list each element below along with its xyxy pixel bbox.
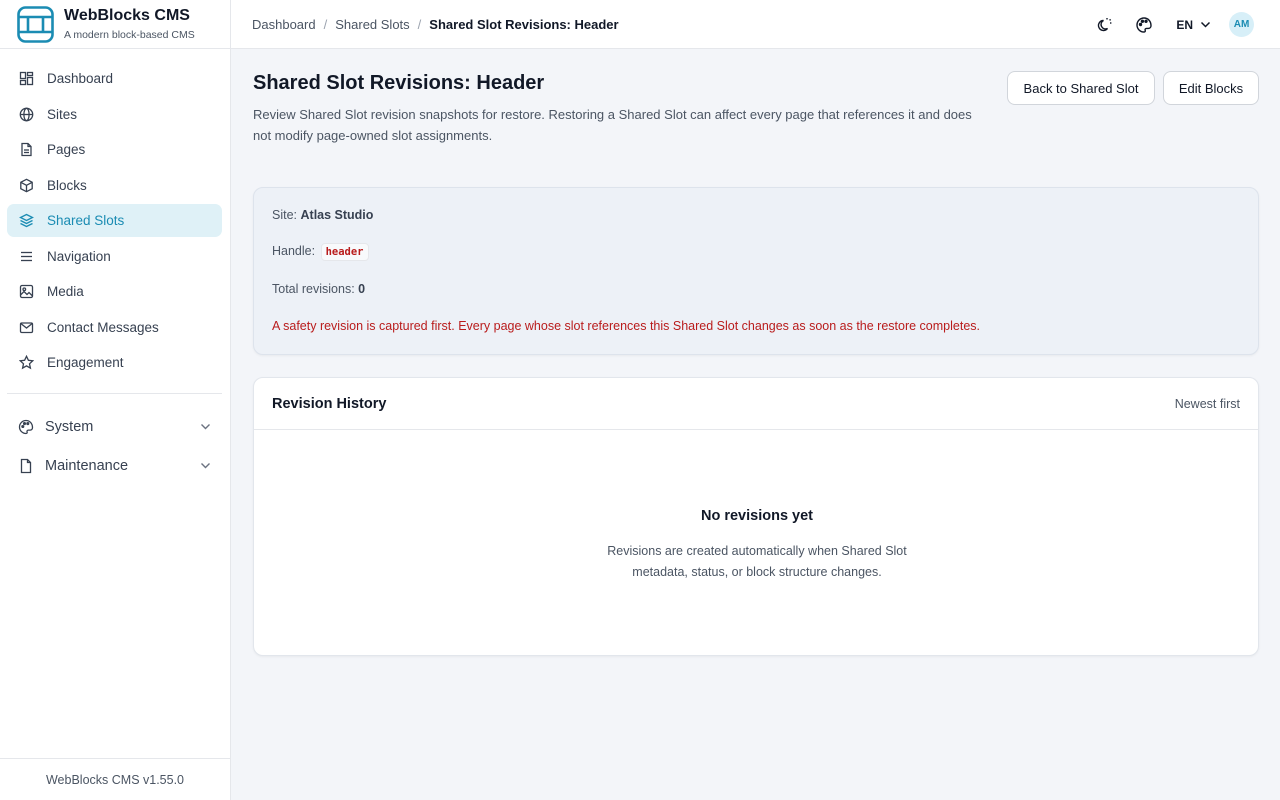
sidebar: WebBlocks CMS A modern block-based CMS D… bbox=[0, 0, 231, 800]
sidebar-item-label: Engagement bbox=[47, 355, 124, 370]
breadcrumb-dashboard[interactable]: Dashboard bbox=[252, 17, 316, 32]
sidebar-item-label: Media bbox=[47, 284, 84, 299]
palette-icon bbox=[18, 419, 34, 435]
dashboard-icon bbox=[19, 71, 34, 86]
sidebar-item-label: Blocks bbox=[47, 177, 87, 193]
globe-icon bbox=[19, 107, 34, 122]
palette-icon[interactable] bbox=[1135, 16, 1153, 34]
sidebar-group-label: System bbox=[45, 418, 94, 435]
sidebar-item-dashboard[interactable]: Dashboard bbox=[7, 62, 222, 95]
sidebar-nav: Dashboard Sites Pages Blocks Shared Slot… bbox=[0, 49, 230, 482]
breadcrumb: Dashboard / Shared Slots / Shared Slot R… bbox=[252, 17, 619, 32]
sidebar-item-media[interactable]: Media bbox=[7, 275, 222, 308]
star-icon bbox=[19, 355, 34, 370]
restore-warning: A safety revision is captured first. Eve… bbox=[272, 319, 981, 333]
box-icon bbox=[19, 178, 34, 193]
revision-history-title: Revision History bbox=[272, 395, 387, 412]
sidebar-group-maintenance[interactable]: Maintenance bbox=[7, 449, 222, 482]
page-description: Review Shared Slot revision snapshots fo… bbox=[253, 107, 972, 143]
sidebar-item-label: Shared Slots bbox=[47, 213, 125, 228]
sidebar-item-label: Sites bbox=[47, 106, 78, 122]
site-label: Site: bbox=[272, 208, 298, 222]
file-text-icon bbox=[19, 142, 34, 157]
brand-tagline: A modern block-based CMS bbox=[64, 29, 195, 41]
empty-state-title: No revisions yet bbox=[700, 508, 813, 524]
topbar: Dashboard / Shared Slots / Shared Slot R… bbox=[231, 0, 1280, 49]
brand-name: WebBlocks CMS bbox=[64, 7, 190, 24]
chevron-down-icon bbox=[201, 424, 210, 430]
handle-label: Handle: bbox=[272, 244, 316, 258]
sidebar-item-engagement[interactable]: Engagement bbox=[7, 346, 222, 379]
sidebar-item-contact-messages[interactable]: Contact Messages bbox=[7, 311, 222, 344]
chevron-down-icon bbox=[201, 463, 210, 469]
back-to-shared-slot-button[interactable]: Back to Shared Slot bbox=[1007, 71, 1155, 105]
sidebar-item-navigation[interactable]: Navigation bbox=[7, 240, 222, 273]
layers-icon bbox=[19, 213, 34, 228]
total-revisions-value: 0 bbox=[358, 282, 366, 296]
sidebar-item-label: Navigation bbox=[47, 248, 111, 264]
empty-state-description: Revisions are created automatically when… bbox=[607, 544, 907, 579]
breadcrumb-separator: / bbox=[323, 16, 328, 32]
breadcrumb-shared-slots[interactable]: Shared Slots bbox=[335, 17, 409, 32]
webblocks-logo-icon bbox=[17, 5, 54, 43]
brand[interactable]: WebBlocks CMS A modern block-based CMS bbox=[0, 0, 230, 49]
revision-history-header: Revision History Newest first bbox=[254, 378, 1258, 430]
file-icon bbox=[18, 458, 34, 474]
shared-slot-info-card: Site: Atlas Studio Handle: header Total … bbox=[253, 187, 1259, 355]
user-avatar[interactable]: AM bbox=[1229, 12, 1254, 37]
mail-icon bbox=[19, 320, 34, 335]
sidebar-item-shared-slots[interactable]: Shared Slots bbox=[7, 204, 222, 237]
breadcrumb-current: Shared Slot Revisions: Header bbox=[429, 16, 619, 32]
page-title: Shared Slot Revisions: Header bbox=[253, 72, 545, 94]
image-icon bbox=[19, 284, 34, 299]
language-label: EN bbox=[1176, 17, 1193, 32]
sidebar-item-label: Pages bbox=[47, 142, 86, 157]
site-value: Atlas Studio bbox=[300, 208, 374, 222]
topbar-actions: EN AM bbox=[1094, 12, 1254, 37]
breadcrumb-separator: / bbox=[417, 16, 422, 32]
revision-history-card: Revision History Newest first No revisio… bbox=[253, 377, 1259, 656]
total-revisions-label: Total revisions: bbox=[272, 282, 355, 296]
theme-toggle-icon[interactable] bbox=[1094, 16, 1112, 34]
app-version: WebBlocks CMS v1.55.0 bbox=[0, 758, 230, 800]
sidebar-item-pages[interactable]: Pages bbox=[7, 133, 222, 166]
menu-icon bbox=[19, 249, 34, 264]
sidebar-item-label: Dashboard bbox=[47, 71, 114, 86]
sidebar-group-system[interactable]: System bbox=[7, 410, 222, 443]
edit-blocks-button[interactable]: Edit Blocks bbox=[1163, 71, 1259, 105]
site-row: Site: Atlas Studio bbox=[272, 208, 373, 222]
handle-row: Handle: header bbox=[272, 243, 369, 261]
handle-code: header bbox=[320, 243, 369, 261]
sidebar-item-blocks[interactable]: Blocks bbox=[7, 169, 222, 202]
sidebar-divider bbox=[7, 393, 222, 394]
sidebar-item-label: Contact Messages bbox=[47, 319, 159, 335]
sidebar-group-label: Maintenance bbox=[45, 457, 129, 474]
total-revisions-row: Total revisions: 0 bbox=[272, 282, 365, 296]
chevron-down-icon bbox=[1200, 21, 1211, 28]
sidebar-item-sites[interactable]: Sites bbox=[7, 98, 222, 131]
language-selector[interactable]: EN bbox=[1176, 18, 1211, 32]
sort-order-label: Newest first bbox=[1174, 396, 1240, 411]
